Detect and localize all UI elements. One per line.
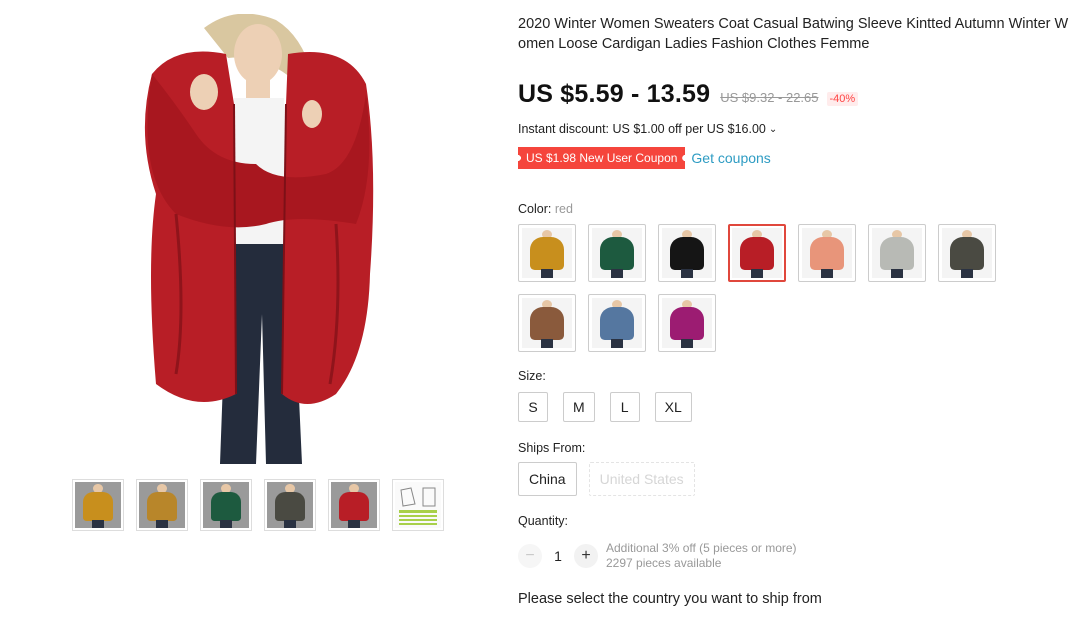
color-option-green[interactable]	[588, 224, 646, 282]
original-price: US $9.32 - 22.65	[720, 90, 819, 105]
color-selected-value: red	[554, 202, 573, 216]
thumbnail-1[interactable]	[72, 479, 124, 531]
quantity-value[interactable]: 1	[542, 548, 574, 564]
price-row: US $5.59 - 13.59 US $9.32 - 22.65 -40%	[518, 80, 859, 109]
thumbnail-5[interactable]	[328, 479, 380, 531]
quantity-info: Additional 3% off (5 pieces or more) 229…	[606, 541, 797, 571]
coupon-tag: US $1.98 New User Coupon	[518, 147, 686, 169]
size-label: Size:	[518, 369, 546, 383]
instant-discount[interactable]: Instant discount: US $1.00 off per US $1…	[518, 122, 777, 136]
color-option-purple[interactable]	[658, 294, 716, 352]
size-option-m[interactable]: M	[563, 392, 595, 422]
thumbnail-2[interactable]	[136, 479, 188, 531]
chevron-down-icon: ⌄	[768, 123, 778, 135]
product-photo	[144, 14, 374, 464]
thumbnail-6-size-chart[interactable]	[392, 479, 444, 531]
quantity-plus-button[interactable]: +	[574, 544, 598, 568]
color-option-red[interactable]	[728, 224, 786, 282]
ship-option-china[interactable]: China	[518, 462, 577, 496]
size-option-s[interactable]: S	[518, 392, 548, 422]
thumbnail-3[interactable]	[200, 479, 252, 531]
main-product-image[interactable]	[116, 14, 398, 464]
color-option-blue[interactable]	[588, 294, 646, 352]
quantity-stepper: − 1 + Additional 3% off (5 pieces or mor…	[518, 541, 797, 571]
quantity-minus-button[interactable]: −	[518, 544, 542, 568]
size-option-xl[interactable]: XL	[654, 392, 692, 422]
size-option-l[interactable]: L	[609, 392, 640, 422]
color-option-dark-gray[interactable]	[938, 224, 996, 282]
thumbnail-4[interactable]	[264, 479, 316, 531]
size-chart-icon	[395, 482, 441, 528]
color-label-text: Color:	[518, 202, 552, 216]
color-option-brown[interactable]	[518, 294, 576, 352]
color-option-yellow[interactable]	[518, 224, 576, 282]
color-option-black[interactable]	[658, 224, 716, 282]
ships-from-label: Ships From:	[518, 441, 586, 455]
size-options: S M L XL	[518, 392, 692, 422]
product-title: 2020 Winter Women Sweaters Coat Casual B…	[518, 16, 1069, 52]
color-option-pink[interactable]	[798, 224, 856, 282]
ship-option-united-states[interactable]: United States	[588, 462, 695, 496]
color-label: Color: red	[518, 202, 573, 216]
stock-available-text: 2297 pieces available	[606, 556, 722, 570]
color-option-light-gray[interactable]	[868, 224, 926, 282]
color-options	[518, 224, 1008, 352]
coupon-row: US $1.98 New User Coupon Get coupons	[518, 147, 771, 169]
instant-discount-text: Instant discount: US $1.00 off per US $1…	[518, 122, 766, 136]
get-coupons-link[interactable]: Get coupons	[691, 150, 770, 166]
ships-from-options: China United States	[518, 462, 695, 496]
bulk-discount-text: Additional 3% off (5 pieces or more)	[606, 541, 797, 555]
quantity-label: Quantity:	[518, 514, 569, 528]
discount-badge: -40%	[826, 92, 859, 106]
price: US $5.59 - 13.59	[518, 80, 711, 108]
thumbnail-strip	[72, 479, 444, 531]
ship-country-note: Please select the country you want to sh…	[518, 591, 822, 607]
